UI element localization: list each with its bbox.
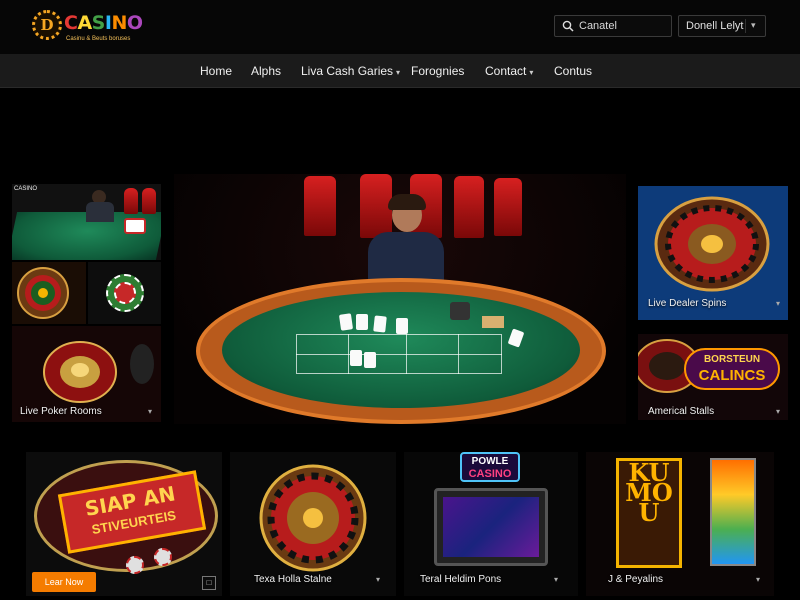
banner-sign: BORSTEUN CALINCS: [684, 348, 780, 390]
american-stalls-tile[interactable]: BORSTEUN CALINCS Americal Stalls ▾: [638, 334, 788, 420]
tile-caption: Teral Heldim Pons: [420, 574, 502, 585]
nav-item-contus[interactable]: Contus: [554, 64, 592, 78]
chevron-down-icon: ▾: [396, 68, 401, 77]
chip-tray-image: [482, 316, 504, 328]
language-select[interactable]: Donell Lelyt ▾: [678, 15, 766, 37]
logo-wordmark: CASINO: [64, 12, 143, 34]
chevron-down-icon[interactable]: ▾: [376, 575, 380, 584]
casino-chip-image: [114, 282, 136, 304]
playing-card-image: [396, 318, 408, 334]
marquee-sign: KUMOU: [616, 458, 682, 568]
live-poker-rooms-tile[interactable]: Live Poker Rooms ▾: [12, 326, 161, 422]
search-value: Canatel: [579, 20, 617, 32]
roulette-wheel-icon: [17, 267, 69, 319]
tile-caption: Texa Holla Stalne: [254, 574, 332, 585]
slot-screen-image: [443, 497, 539, 557]
playing-card-image: [373, 315, 387, 333]
search-icon: [562, 20, 574, 32]
chevron-down-icon[interactable]: ▾: [148, 407, 152, 416]
playing-card-image: [356, 314, 368, 330]
chevron-down-icon[interactable]: ▾: [776, 407, 780, 416]
red-chair-image: [454, 176, 484, 238]
casino-chip-image: [126, 556, 144, 574]
poker-table-thumbnail[interactable]: CASINO: [12, 184, 161, 260]
search-input[interactable]: Canatel: [554, 15, 672, 37]
j-peyalins-tile[interactable]: KUMOU J & Peyalins ▾: [586, 452, 774, 596]
red-chair-image: [142, 188, 156, 214]
slot-machine-icon: [710, 458, 756, 566]
learn-now-button[interactable]: Lear Now: [32, 572, 96, 592]
casino-chip-image: [154, 548, 172, 566]
expand-icon[interactable]: □: [202, 576, 216, 590]
nav-item-forognies[interactable]: Forognies: [411, 64, 464, 78]
tile-caption: Americal Stalls: [648, 406, 715, 417]
playing-card-image: [364, 352, 376, 368]
mini-banner: CASINO: [14, 186, 38, 192]
hero-live-table[interactable]: [174, 174, 626, 424]
playing-card-image: [350, 350, 362, 366]
red-chair-image: [494, 178, 522, 236]
nav-item-live-cash-games[interactable]: Liva Cash Garies ▾: [301, 64, 400, 78]
nav-item-contact[interactable]: Contact ▾: [485, 64, 533, 78]
logo-tagline: Casinu & Beuts boruses: [66, 36, 131, 42]
casino-logo[interactable]: D CASINO Casinu & Beuts boruses: [32, 8, 152, 46]
tile-caption: Live Poker Rooms: [20, 406, 102, 417]
tile-caption: J & Peyalins: [608, 574, 664, 585]
roulette-wheel-icon: [654, 196, 770, 292]
language-value: Donell Lelyt: [686, 20, 744, 32]
texas-holdem-pons-tile[interactable]: POWLE CASINO Teral Heldim Pons ▾: [404, 452, 578, 596]
red-chair-image: [124, 188, 138, 214]
main-nav: Home Alphs Liva Cash Garies ▾ Forognies C…: [0, 54, 800, 88]
texas-holdem-tile[interactable]: Texa Holla Stalne ▾: [230, 452, 396, 596]
roulette-wheel-icon: [43, 341, 117, 403]
powle-casino-logo: POWLE CASINO: [460, 452, 520, 482]
chevron-down-icon[interactable]: ▾: [776, 299, 780, 308]
table-sign-image: [124, 218, 146, 234]
chevron-down-icon[interactable]: ▾: [554, 575, 558, 584]
red-chair-image: [304, 176, 336, 236]
site-header: D CASINO Casinu & Beuts boruses Canatel …: [0, 0, 800, 54]
nav-item-alphs[interactable]: Alphs: [251, 64, 281, 78]
slot-machine-icon: [434, 488, 548, 566]
roulette-wheel-icon: [259, 464, 367, 572]
select-divider: [745, 19, 746, 33]
shadow-chip-image: [130, 344, 154, 384]
tile-caption: Live Dealer Spins: [648, 298, 727, 309]
dealer-hair-image: [388, 194, 426, 210]
playing-card-image: [338, 313, 354, 331]
card-shoe-image: [450, 302, 470, 320]
roulette-thumbnail[interactable]: [12, 262, 86, 324]
chevron-down-icon: ▾: [751, 20, 756, 30]
logo-badge-icon: D: [32, 10, 62, 40]
nav-item-home[interactable]: Home: [200, 64, 232, 78]
live-dealer-spins-tile[interactable]: Live Dealer Spins ▾: [638, 186, 788, 320]
layout-line-image: [296, 354, 502, 355]
dealer-body-image: [86, 202, 114, 222]
chevron-down-icon[interactable]: ▾: [756, 575, 760, 584]
chevron-down-icon: ▾: [529, 68, 534, 77]
chips-thumbnail[interactable]: [88, 262, 161, 324]
